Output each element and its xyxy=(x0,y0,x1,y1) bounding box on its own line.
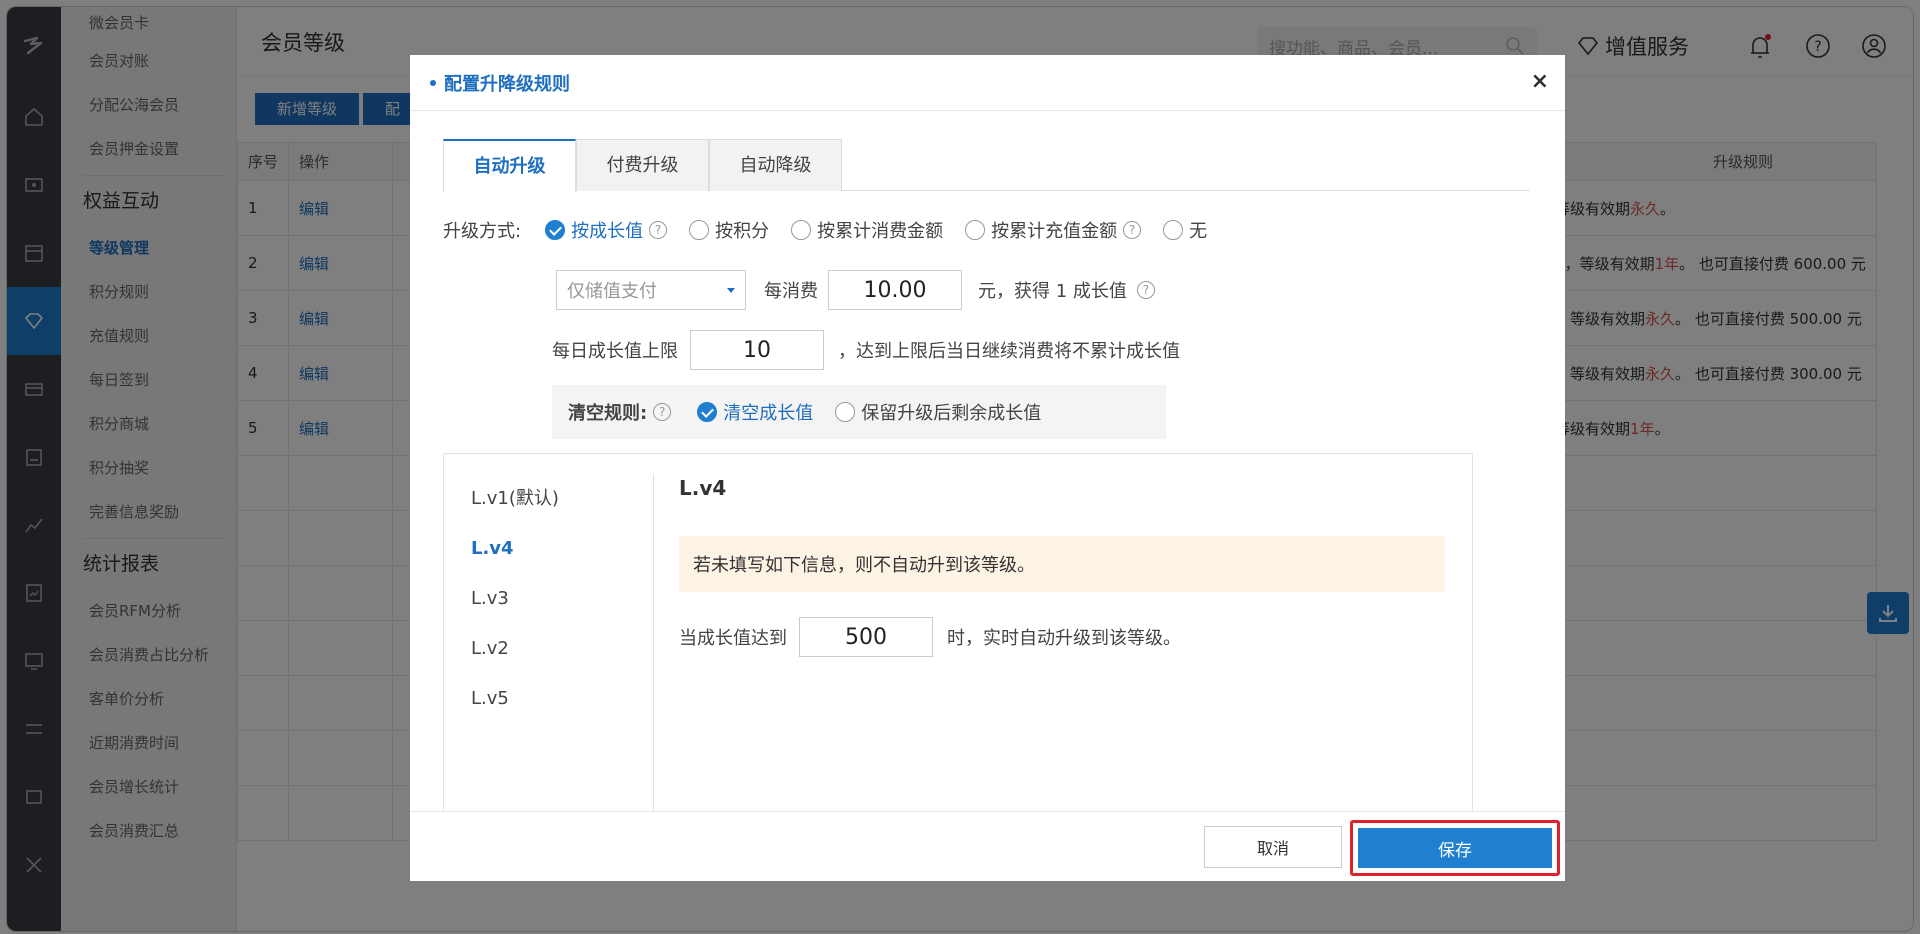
radio-checked-icon xyxy=(697,402,718,422)
save-button[interactable]: 保存 xyxy=(1358,828,1552,868)
level-list: L.v1(默认) L.v4 L.v3 L.v2 L.v5 xyxy=(444,474,654,820)
level-config-panel: L.v1(默认) L.v4 L.v3 L.v2 L.v5 L.v4 若未填写如下… xyxy=(443,453,1473,820)
daily-cap-suffix: ，达到上限后当日继续消费将不累计成长值 xyxy=(838,341,1180,362)
help-icon[interactable]: ? xyxy=(1136,281,1155,299)
help-icon[interactable]: ? xyxy=(649,221,668,239)
clear-radio-keep[interactable]: 保留升级后剩余成长值 xyxy=(835,399,1041,425)
level-item[interactable]: L.v1(默认) xyxy=(444,474,653,524)
dialog-title: 配置升降级规则 xyxy=(444,73,570,95)
daily-cap-label: 每日成长值上限 xyxy=(552,341,678,362)
level-item[interactable]: L.v3 xyxy=(444,574,653,624)
mode-radio-none[interactable]: 无 xyxy=(1163,217,1207,243)
mode-radio-recharge[interactable]: 按累计充值金额? xyxy=(965,217,1142,243)
radio-label: 清空成长值 xyxy=(723,403,814,424)
radio-checked-icon xyxy=(545,220,566,240)
tab-auto-downgrade[interactable]: 自动降级 xyxy=(709,139,842,191)
radio-label: 按积分 xyxy=(715,221,770,242)
mode-radio-growth[interactable]: 按成长值? xyxy=(545,217,668,243)
daily-cap-input[interactable]: 10 xyxy=(690,330,824,370)
title-dot xyxy=(430,79,436,86)
warning-notice: 若未填写如下信息，则不自动升到该等级。 xyxy=(679,536,1445,592)
radio-icon xyxy=(965,220,986,240)
upgrade-mode-row: 升级方式: 按成长值? 按积分 按累计消费金额 按累计充值金额? 无 xyxy=(443,217,1229,243)
close-icon[interactable]: × xyxy=(1531,69,1549,94)
dialog-footer: 取消 保存 xyxy=(410,811,1565,881)
clear-radio-clear[interactable]: 清空成长值 xyxy=(697,399,813,425)
radio-label: 保留升级后剩余成长值 xyxy=(861,403,1042,424)
tab-auto-upgrade[interactable]: 自动升级 xyxy=(443,139,576,192)
mode-radio-spend[interactable]: 按累计消费金额 xyxy=(791,217,943,243)
help-icon[interactable]: ? xyxy=(653,403,672,421)
threshold-row: 当成长值达到 500 时，实时自动升级到该等级。 xyxy=(679,617,1181,657)
dialog-header: 配置升降级规则 xyxy=(410,55,1565,111)
level-item[interactable]: L.v5 xyxy=(444,674,653,724)
tab-paid-upgrade[interactable]: 付费升级 xyxy=(576,139,709,191)
cancel-button[interactable]: 取消 xyxy=(1204,826,1342,868)
level-item-active[interactable]: L.v4 xyxy=(444,524,653,574)
radio-icon xyxy=(689,220,710,240)
radio-icon xyxy=(1163,220,1184,240)
clear-rule-box: 清空规则: ? 清空成长值 保留升级后剩余成长值 xyxy=(552,385,1166,439)
radio-icon xyxy=(835,402,856,422)
mode-radio-points[interactable]: 按积分 xyxy=(689,217,769,243)
per-spend-input[interactable]: 10.00 xyxy=(828,270,962,310)
threshold-suffix: 时，实时自动升级到该等级。 xyxy=(947,628,1181,649)
save-button-highlight: 保存 xyxy=(1350,820,1560,876)
clear-rule-label: 清空规则: xyxy=(568,403,648,424)
per-spend-suffix: 元，获得 1 成长值 xyxy=(978,281,1127,302)
upgrade-rule-dialog: 配置升降级规则 × 自动升级 付费升级 自动降级 升级方式: 按成长值? 按积分… xyxy=(410,55,1565,881)
radio-icon xyxy=(791,220,812,240)
payment-type-select[interactable]: 仅储值支付 xyxy=(556,270,746,310)
upgrade-mode-label: 升级方式: xyxy=(443,221,522,242)
spend-rule-row: 仅储值支付 每消费 10.00 元，获得 1 成长值 ? xyxy=(556,270,1155,310)
radio-label: 按成长值 xyxy=(571,221,644,242)
help-icon[interactable]: ? xyxy=(1123,221,1142,239)
daily-cap-row: 每日成长值上限 10 ，达到上限后当日继续消费将不累计成长值 xyxy=(552,330,1180,370)
rule-tabs: 自动升级 付费升级 自动降级 xyxy=(443,139,1530,192)
chevron-down-icon xyxy=(727,288,735,293)
threshold-prefix: 当成长值达到 xyxy=(679,628,787,649)
threshold-input[interactable]: 500 xyxy=(799,617,933,657)
per-spend-label: 每消费 xyxy=(764,281,818,302)
select-value: 仅储值支付 xyxy=(567,281,657,302)
radio-label: 无 xyxy=(1189,221,1208,242)
level-item[interactable]: L.v2 xyxy=(444,624,653,674)
radio-label: 按累计消费金额 xyxy=(817,221,944,242)
level-detail-title: L.v4 xyxy=(679,476,727,500)
radio-label: 按累计充值金额 xyxy=(991,221,1118,242)
